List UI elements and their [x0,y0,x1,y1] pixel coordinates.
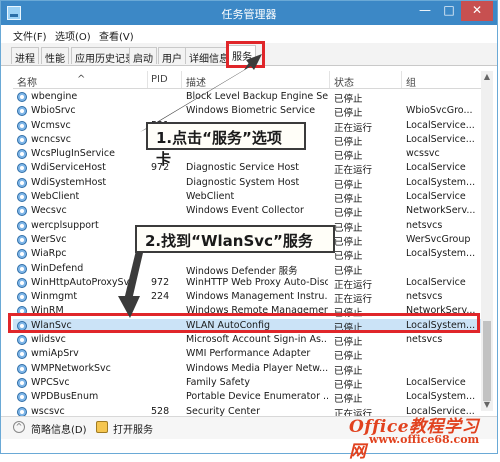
callout-step-1: 1.点击“服务”选项卡 [146,122,306,168]
watermark: Office教程学习网 www.office68.com [345,410,495,462]
callout-step-2: 2.找到“WlanSvc”服务 [135,225,335,253]
arrow-to-services-tab [140,58,258,132]
arrowhead-2 [118,296,140,318]
watermark-url: www.office68.com [369,433,480,446]
